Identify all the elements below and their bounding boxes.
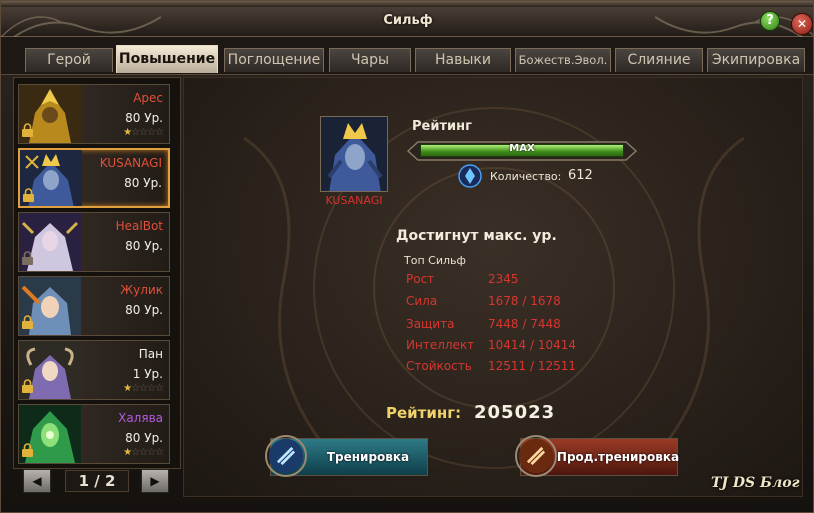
rating-progress-bar: MAX bbox=[406, 140, 638, 162]
stat-value: 10414 / 10414 bbox=[488, 338, 577, 352]
selected-hero-name: KUSANAGI bbox=[325, 194, 383, 207]
stat-value: 1678 / 1678 bbox=[488, 294, 561, 308]
lock-icon bbox=[22, 379, 33, 393]
hero-card-kusanagi[interactable]: KUSANAGI 80 Ур. bbox=[18, 148, 170, 208]
train-button[interactable]: Тренировка bbox=[265, 435, 428, 477]
hero-level: 80 Ур. bbox=[125, 431, 163, 445]
tab-fusion[interactable]: Слияние bbox=[615, 48, 703, 72]
crystal-icon bbox=[458, 164, 482, 188]
count-label: Количество: bbox=[490, 170, 562, 183]
help-icon[interactable]: ? bbox=[760, 11, 780, 31]
advanced-train-icon bbox=[515, 435, 557, 477]
upgrade-panel: KUSANAGI Рейтинг MAX Количество: 612 Дос… bbox=[183, 77, 803, 497]
tab-absorb[interactable]: Поглощение bbox=[224, 48, 324, 72]
lock-icon bbox=[22, 443, 33, 457]
hero-card-pan[interactable]: Пан 1 Ур. ★☆☆☆☆ bbox=[18, 340, 170, 400]
stat-value: 2345 bbox=[488, 272, 519, 286]
arrow-left-icon[interactable]: ◀ bbox=[23, 469, 51, 493]
stat-name: Интеллект bbox=[406, 338, 475, 352]
lock-icon bbox=[23, 188, 34, 202]
hero-level: 80 Ур. bbox=[124, 176, 162, 190]
lock-icon bbox=[22, 123, 33, 137]
star-icon: ★☆☆☆☆ bbox=[123, 447, 164, 458]
hero-level: 80 Ур. bbox=[125, 239, 163, 253]
lock-icon bbox=[22, 251, 33, 265]
hero-card-zhulik[interactable]: Жулик 80 Ур. bbox=[18, 276, 170, 336]
top-sylph-label: Топ Сильф bbox=[404, 254, 466, 267]
hero-list: Арес 80 Ур. ★☆☆☆☆ KUSANAGI 80 Ур. HealBo… bbox=[13, 77, 181, 469]
tab-divine-evolution[interactable]: Божеств.Эвол. bbox=[515, 48, 611, 72]
tab-skills[interactable]: Навыки bbox=[415, 48, 511, 72]
page-indicator: 1 / 2 bbox=[65, 470, 129, 492]
tab-bar: Герой Повышение Поглощение Чары Навыки Б… bbox=[1, 37, 813, 75]
stat-name: Рост bbox=[406, 272, 435, 286]
window-title: Сильф bbox=[383, 13, 433, 28]
stat-name: Сила bbox=[406, 294, 438, 308]
hero-pager: ◀ 1 / 2 ▶ bbox=[23, 469, 171, 493]
sylph-window: Сильф ? ✕ Герой Повышение Поглощение Чар… bbox=[0, 0, 814, 513]
stat-value: 12511 / 12511 bbox=[488, 359, 577, 373]
total-rating-value: 205023 bbox=[474, 402, 556, 423]
hero-level: 80 Ур. bbox=[125, 111, 163, 125]
hero-name: Арес bbox=[133, 91, 163, 105]
train-button-label: Тренировка bbox=[326, 449, 410, 464]
hero-level: 80 Ур. bbox=[125, 303, 163, 317]
stat-name: Защита bbox=[406, 317, 455, 331]
hero-name: Жулик bbox=[120, 283, 163, 297]
advanced-train-button[interactable]: Прод. тренировка bbox=[515, 435, 680, 477]
stat-name: Стойкость bbox=[406, 359, 472, 373]
crossed-swords-icon bbox=[25, 155, 39, 169]
title-bar: Сильф bbox=[1, 7, 813, 48]
max-level-text: Достигнут макс. ур. bbox=[396, 228, 557, 244]
star-icon: ★☆☆☆☆ bbox=[123, 127, 164, 138]
hero-name: Халява bbox=[118, 411, 163, 425]
hero-name: HealBot bbox=[115, 219, 163, 233]
star-icon: ★☆☆☆☆ bbox=[123, 383, 164, 394]
hero-name: KUSANAGI bbox=[99, 156, 162, 170]
tab-charms[interactable]: Чары bbox=[329, 48, 411, 72]
train-icon bbox=[265, 435, 307, 477]
close-icon[interactable]: ✕ bbox=[791, 13, 813, 35]
hero-card-healbot[interactable]: HealBot 80 Ур. bbox=[18, 212, 170, 272]
tab-equipment[interactable]: Экипировка bbox=[707, 48, 805, 72]
lock-icon bbox=[22, 315, 33, 329]
total-rating-label: Рейтинг: bbox=[386, 404, 462, 422]
rating-progress-text: MAX bbox=[509, 143, 535, 154]
watermark: TJ DS Блог bbox=[711, 475, 800, 491]
rating-label: Рейтинг bbox=[412, 119, 472, 134]
advanced-train-button-label: Прод. тренировка bbox=[556, 449, 680, 464]
hero-card-khalyava[interactable]: Халява 80 Ур. ★☆☆☆☆ bbox=[18, 404, 170, 464]
tab-upgrade[interactable]: Повышение bbox=[116, 45, 218, 73]
arrow-right-icon[interactable]: ▶ bbox=[141, 469, 169, 493]
stat-value: 7448 / 7448 bbox=[488, 317, 561, 331]
hero-name: Пан bbox=[138, 347, 163, 361]
tab-hero[interactable]: Герой bbox=[25, 48, 113, 72]
selected-hero-portrait bbox=[320, 116, 388, 192]
hero-card-ares[interactable]: Арес 80 Ур. ★☆☆☆☆ bbox=[18, 84, 170, 144]
count-value: 612 bbox=[568, 168, 593, 183]
hero-level: 1 Ур. bbox=[132, 367, 163, 381]
